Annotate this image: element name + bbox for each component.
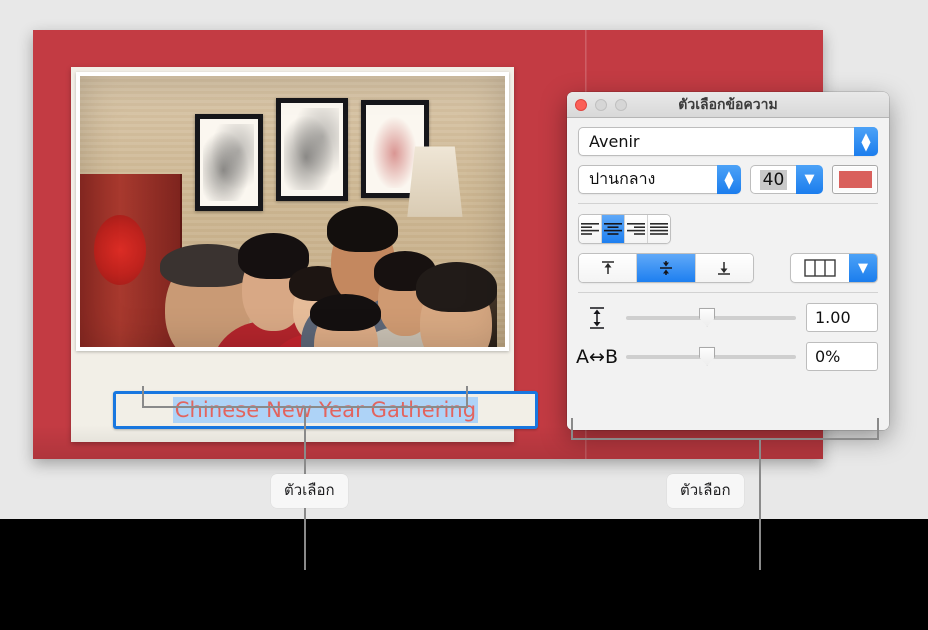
callout-line [759,438,761,570]
callout-line [571,418,573,440]
callout-line [571,438,879,440]
screenshot-root: Chinese New Year Gathering ตัวเลือกข้อคว… [0,0,928,630]
callout-inspector [0,0,928,630]
callout-line [877,418,879,440]
callout-label-inspector: ตัวเลือก [667,474,744,508]
